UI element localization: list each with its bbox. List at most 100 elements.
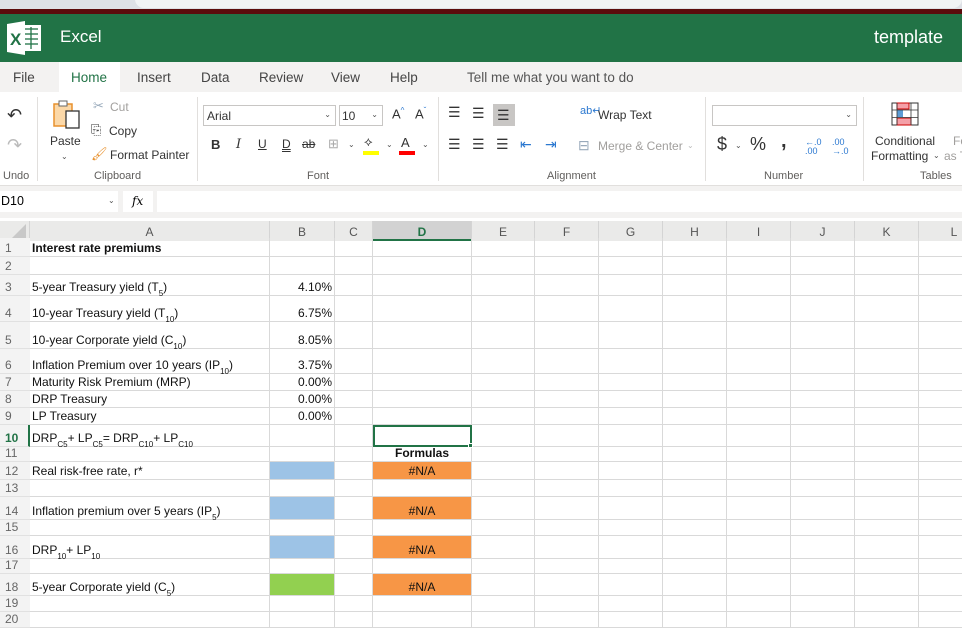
- increase-decimal-icon[interactable]: ←.0.00: [805, 138, 822, 156]
- undo-icon[interactable]: ↶: [7, 106, 22, 124]
- cell-l15[interactable]: [919, 520, 962, 536]
- cell-c4[interactable]: [335, 296, 373, 322]
- cell-e5[interactable]: [472, 322, 535, 349]
- cell-a7[interactable]: Maturity Risk Premium (MRP): [30, 374, 270, 391]
- cell-f7[interactable]: [535, 374, 599, 391]
- cell-b15[interactable]: [270, 520, 335, 536]
- paste-icon[interactable]: [52, 100, 82, 130]
- cell-l1[interactable]: [919, 238, 962, 257]
- cell-d18[interactable]: #N/A: [373, 574, 472, 596]
- tab-home[interactable]: Home: [71, 70, 107, 85]
- row-header-15[interactable]: 15: [0, 520, 30, 536]
- cell-d1[interactable]: [373, 238, 472, 257]
- cell-e13[interactable]: [472, 480, 535, 497]
- cell-h4[interactable]: [663, 296, 727, 322]
- align-left-icon[interactable]: ☰: [448, 137, 461, 151]
- cell-c11[interactable]: [335, 447, 373, 462]
- cell-f4[interactable]: [535, 296, 599, 322]
- cell-d13[interactable]: [373, 480, 472, 497]
- cell-j7[interactable]: [791, 374, 855, 391]
- cell-h9[interactable]: [663, 408, 727, 425]
- cell-g11[interactable]: [599, 447, 663, 462]
- cell-j2[interactable]: [791, 257, 855, 275]
- cell-b6[interactable]: 3.75%: [270, 349, 335, 374]
- cell-i4[interactable]: [727, 296, 791, 322]
- cell-c12[interactable]: [335, 462, 373, 480]
- cell-d6[interactable]: [373, 349, 472, 374]
- cell-j4[interactable]: [791, 296, 855, 322]
- cell-j17[interactable]: [791, 559, 855, 574]
- cell-l12[interactable]: [919, 462, 962, 480]
- cell-i12[interactable]: [727, 462, 791, 480]
- cell-b2[interactable]: [270, 257, 335, 275]
- cell-l13[interactable]: [919, 480, 962, 497]
- address-bar[interactable]: [135, 0, 962, 8]
- cell-g14[interactable]: [599, 497, 663, 520]
- paste-button[interactable]: Paste: [50, 134, 81, 148]
- document-title[interactable]: template: [874, 27, 943, 48]
- cell-c2[interactable]: [335, 257, 373, 275]
- cell-j19[interactable]: [791, 596, 855, 612]
- cell-a6[interactable]: Inflation Premium over 10 years (IP 10): [30, 349, 270, 376]
- cell-a5[interactable]: 10-year Corporate yield (C 10): [30, 322, 270, 351]
- cell-a16[interactable]: DRP 10 + LP 10: [30, 536, 270, 561]
- cell-e8[interactable]: [472, 391, 535, 408]
- row-header-3[interactable]: 3: [0, 275, 30, 296]
- cell-c5[interactable]: [335, 322, 373, 349]
- row-header-19[interactable]: 19: [0, 596, 30, 612]
- cell-c17[interactable]: [335, 559, 373, 574]
- cell-d2[interactable]: [373, 257, 472, 275]
- cell-k15[interactable]: [855, 520, 919, 536]
- cell-i14[interactable]: [727, 497, 791, 520]
- fill-handle[interactable]: [468, 443, 473, 448]
- tab-data[interactable]: Data: [201, 70, 230, 85]
- row-header-5[interactable]: 5: [0, 322, 30, 349]
- cell-c3[interactable]: [335, 275, 373, 296]
- cell-e18[interactable]: [472, 574, 535, 596]
- decrease-font-size-icon[interactable]: Aˇ: [415, 107, 426, 121]
- align-middle-icon[interactable]: ☰: [472, 106, 485, 120]
- cell-f9[interactable]: [535, 408, 599, 425]
- cell-d7[interactable]: [373, 374, 472, 391]
- tab-view[interactable]: View: [331, 70, 360, 85]
- row-header-14[interactable]: 14: [0, 497, 30, 520]
- cell-f19[interactable]: [535, 596, 599, 612]
- cell-l20[interactable]: [919, 612, 962, 628]
- cell-k17[interactable]: [855, 559, 919, 574]
- cell-j13[interactable]: [791, 480, 855, 497]
- cell-k20[interactable]: [855, 612, 919, 628]
- cell-c20[interactable]: [335, 612, 373, 628]
- cell-h19[interactable]: [663, 596, 727, 612]
- cell-b1[interactable]: [270, 238, 335, 257]
- tell-me-search[interactable]: Tell me what you want to do: [467, 70, 634, 85]
- cell-g12[interactable]: [599, 462, 663, 480]
- cell-k10[interactable]: [855, 425, 919, 447]
- cell-d3[interactable]: [373, 275, 472, 296]
- align-right-icon[interactable]: ☰: [496, 137, 509, 151]
- cell-e4[interactable]: [472, 296, 535, 322]
- cell-f15[interactable]: [535, 520, 599, 536]
- cell-l3[interactable]: [919, 275, 962, 296]
- italic-button[interactable]: I: [236, 137, 241, 152]
- excel-logo-icon[interactable]: X: [7, 21, 43, 55]
- cell-g19[interactable]: [599, 596, 663, 612]
- cell-f12[interactable]: [535, 462, 599, 480]
- cell-e6[interactable]: [472, 349, 535, 374]
- cell-g1[interactable]: [599, 238, 663, 257]
- cell-k1[interactable]: [855, 238, 919, 257]
- cell-f16[interactable]: [535, 536, 599, 559]
- cell-l9[interactable]: [919, 408, 962, 425]
- row-header-20[interactable]: 20: [0, 612, 30, 628]
- cell-d11[interactable]: Formulas: [373, 446, 472, 462]
- cut-button[interactable]: Cut: [110, 100, 129, 114]
- cell-k2[interactable]: [855, 257, 919, 275]
- cell-f10[interactable]: [535, 425, 599, 447]
- cell-l11[interactable]: [919, 447, 962, 462]
- cell-c16[interactable]: [335, 536, 373, 559]
- cell-a3[interactable]: 5-year Treasury yield (T 5): [30, 275, 270, 298]
- cell-e14[interactable]: [472, 497, 535, 520]
- cell-h18[interactable]: [663, 574, 727, 596]
- cell-l7[interactable]: [919, 374, 962, 391]
- font-size-select[interactable]: 10 ⌄: [339, 105, 383, 126]
- cell-g3[interactable]: [599, 275, 663, 296]
